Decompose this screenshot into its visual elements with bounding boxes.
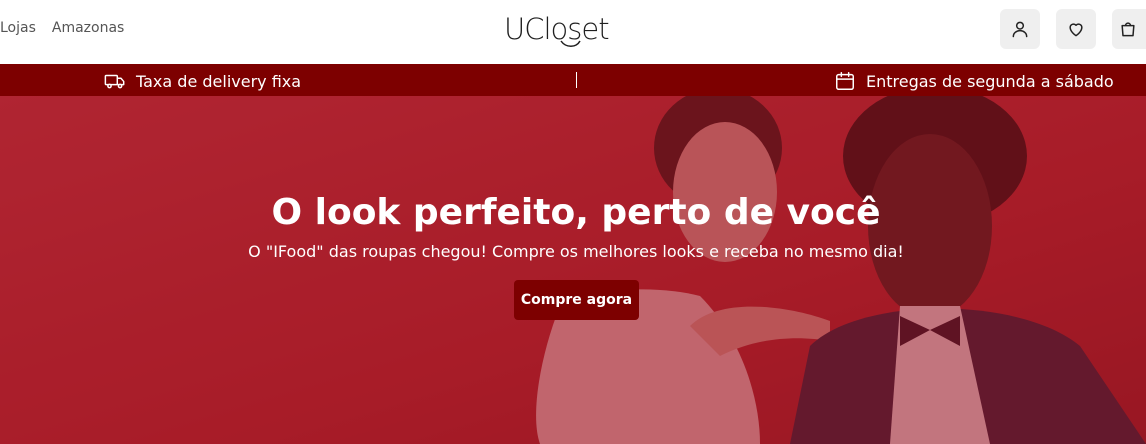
site-header: Lojas Amazonas UCloset xyxy=(0,0,1146,64)
shop-now-button[interactable]: Compre agora xyxy=(514,280,639,320)
wishlist-button[interactable] xyxy=(1056,9,1096,49)
promo-schedule-label: Entregas de segunda a sábado xyxy=(866,71,1114,91)
hero-banner: O look perfeito, perto de você O "IFood"… xyxy=(0,96,1146,444)
promo-schedule: Entregas de segunda a sábado xyxy=(834,70,1114,92)
ucloset-logo-graphic: UCloset xyxy=(504,12,610,47)
header-actions xyxy=(1000,9,1146,49)
promo-delivery: Taxa de delivery fixa xyxy=(104,70,301,92)
top-nav: Lojas Amazonas xyxy=(0,20,124,36)
promo-delivery-label: Taxa de delivery fixa xyxy=(136,71,302,91)
promo-bar: Taxa de delivery fixa Entregas de segund… xyxy=(0,64,1146,96)
calendar-icon xyxy=(836,72,854,90)
user-icon xyxy=(1012,21,1028,38)
hero-tint-overlay xyxy=(0,96,1146,444)
logo-text: UCloset xyxy=(504,12,609,46)
nav-link-amazonas[interactable]: Amazonas xyxy=(52,20,124,36)
promo-divider xyxy=(576,72,577,88)
account-button[interactable] xyxy=(1000,9,1040,49)
shopping-bag-icon xyxy=(1121,22,1135,37)
hero-title: O look perfeito, perto de você xyxy=(271,192,881,233)
cart-button[interactable] xyxy=(1112,9,1146,49)
site-logo[interactable]: UCloset xyxy=(504,8,616,48)
heart-icon xyxy=(1069,23,1083,37)
delivery-truck-icon xyxy=(104,74,125,89)
hero-subtitle: O "IFood" das roupas chegou! Compre os m… xyxy=(248,242,904,261)
nav-link-lojas[interactable]: Lojas xyxy=(0,20,36,36)
